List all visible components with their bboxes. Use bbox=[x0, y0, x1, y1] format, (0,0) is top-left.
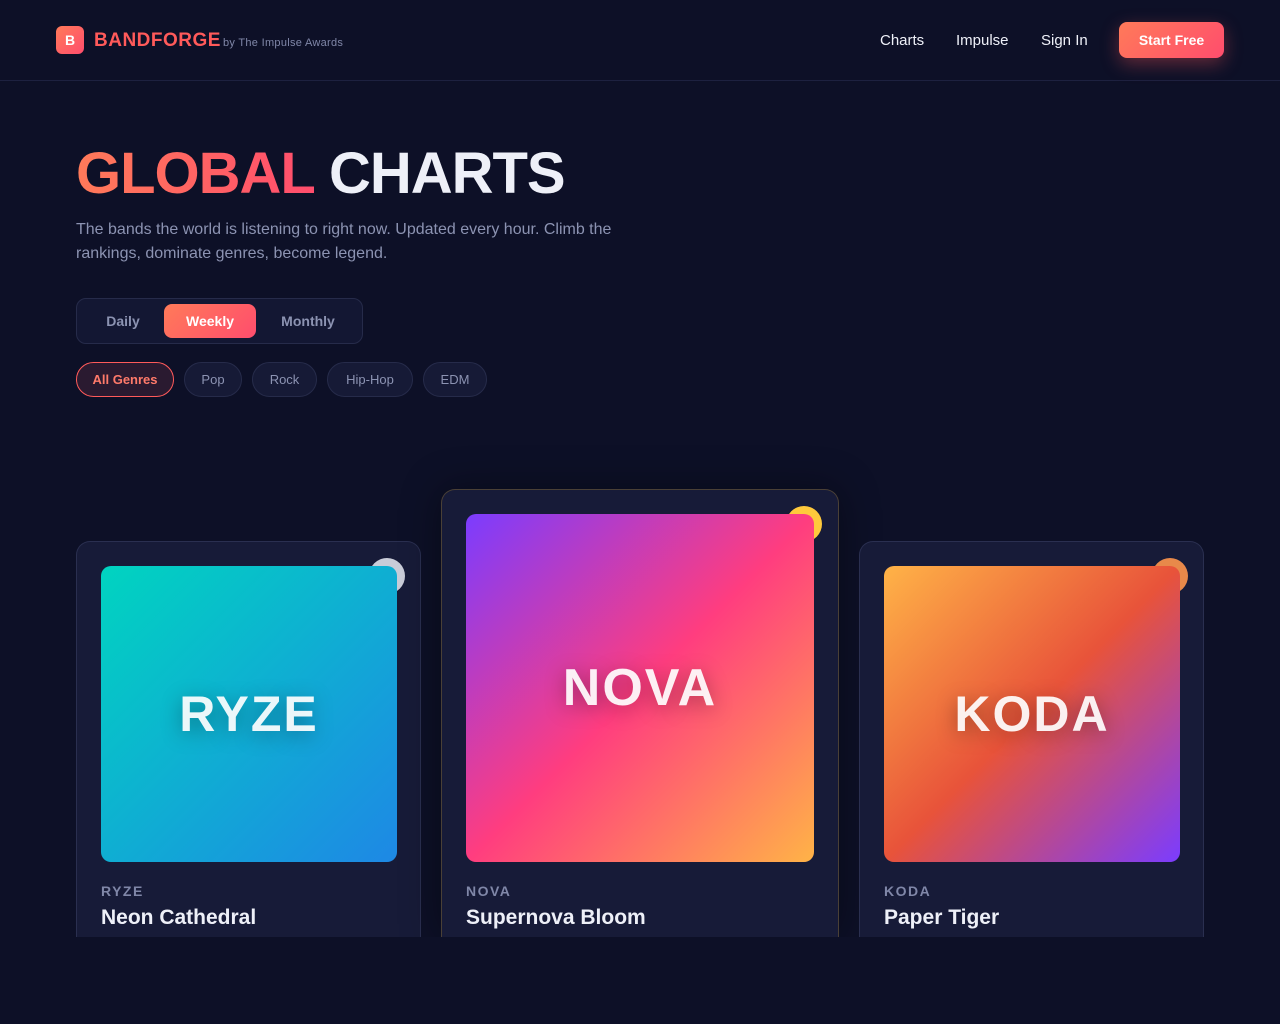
page-title-rest: CHARTS bbox=[328, 141, 566, 206]
start-free-button[interactable]: Start Free bbox=[1119, 22, 1224, 58]
album-cover[interactable]: NOVA bbox=[466, 514, 814, 862]
genre-rock[interactable]: Rock bbox=[252, 362, 317, 397]
nav-impulse[interactable]: Impulse bbox=[956, 32, 1009, 49]
brand-logo-icon[interactable]: B bbox=[56, 26, 84, 54]
genre-all[interactable]: All Genres bbox=[76, 362, 174, 397]
brand-name[interactable]: BANDFORGE bbox=[94, 30, 221, 52]
page-description: The bands the world is listening to righ… bbox=[76, 221, 612, 262]
album-cover[interactable]: RYZE bbox=[101, 566, 397, 862]
nav-sign-in[interactable]: Sign In bbox=[1041, 32, 1088, 49]
podium-card-first[interactable]: NOVA NOVA Supernova Bloom bbox=[441, 489, 839, 937]
page-title-accent: GLOBAL bbox=[76, 141, 315, 206]
album-cover[interactable]: KODA bbox=[884, 566, 1180, 862]
band-name[interactable]: NOVA bbox=[466, 883, 511, 899]
period-daily[interactable]: Daily bbox=[82, 304, 164, 338]
period-monthly[interactable]: Monthly bbox=[258, 304, 358, 338]
song-title[interactable]: Supernova Bloom bbox=[466, 906, 646, 930]
page-title: GLOBAL CHARTS bbox=[76, 140, 566, 207]
band-name[interactable]: KODA bbox=[884, 883, 931, 899]
podium-card-second[interactable]: RYZE RYZE Neon Cathedral bbox=[76, 541, 421, 937]
song-title[interactable]: Neon Cathedral bbox=[101, 906, 256, 930]
genre-hip-hop[interactable]: Hip-Hop bbox=[327, 362, 413, 397]
period-toggle: Daily Weekly Monthly bbox=[76, 298, 363, 344]
genre-edm[interactable]: EDM bbox=[423, 362, 487, 397]
period-weekly[interactable]: Weekly bbox=[164, 304, 256, 338]
band-name[interactable]: RYZE bbox=[101, 883, 144, 899]
genre-pop[interactable]: Pop bbox=[184, 362, 242, 397]
podium-card-third[interactable]: KODA KODA Paper Tiger bbox=[859, 541, 1204, 937]
song-title[interactable]: Paper Tiger bbox=[884, 906, 999, 930]
top-header: B BANDFORGE by The Impulse Awards Charts… bbox=[0, 0, 1280, 81]
brand-subtitle: by The Impulse Awards bbox=[223, 37, 344, 49]
page-bottom bbox=[0, 937, 1280, 1024]
nav-charts[interactable]: Charts bbox=[880, 32, 924, 49]
